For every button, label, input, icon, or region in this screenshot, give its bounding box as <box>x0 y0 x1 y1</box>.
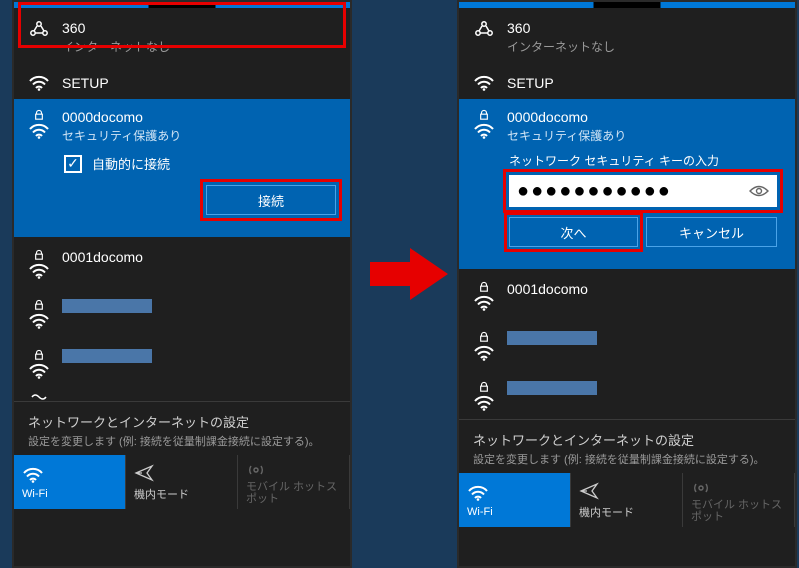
footer-label: Wi-Fi <box>467 506 493 518</box>
footer-label: Wi-Fi <box>22 488 48 500</box>
network-status: インターネットなし <box>507 38 781 55</box>
wifi-icon <box>28 313 50 329</box>
network-name-redacted <box>62 349 152 363</box>
hotspot-icon <box>691 478 711 496</box>
network-name: 0000docomo <box>507 109 781 125</box>
network-header[interactable]: 0000docomo セキュリティ保護あり <box>14 99 350 148</box>
network-item-setup[interactable]: SETUP <box>459 63 795 99</box>
network-item-hidden-2[interactable] <box>14 337 350 387</box>
network-settings-link[interactable]: ネットワークとインターネットの設定 設定を変更します (例: 接続を従量制課金接… <box>14 401 350 455</box>
footer-label: 機内モード <box>134 486 189 502</box>
connect-button[interactable]: 接続 <box>206 185 336 215</box>
auto-connect-checkbox[interactable]: ✓ <box>64 155 82 173</box>
network-status: セキュリティ保護あり <box>507 127 781 144</box>
network-item-more[interactable] <box>14 387 350 401</box>
wifi-icon <box>473 75 495 91</box>
wifi-icon <box>28 363 50 379</box>
network-status: セキュリティ保護あり <box>62 127 336 144</box>
network-item-hidden-1[interactable] <box>14 287 350 337</box>
network-item-0000docomo-selected: 0000docomo セキュリティ保護あり ✓ 自動的に接続 接続 <box>14 99 350 237</box>
next-button[interactable]: 次へ <box>509 217 638 247</box>
footer-hotspot-toggle[interactable]: モバイル ホットスポット <box>238 455 350 509</box>
lock-icon <box>34 109 44 121</box>
network-item-360[interactable]: 360 インターネットなし <box>459 8 795 63</box>
settings-title: ネットワークとインターネットの設定 <box>28 412 336 431</box>
network-name-redacted <box>507 381 597 395</box>
wifi-icon <box>473 395 495 411</box>
network-item-setup[interactable]: SETUP <box>14 63 350 99</box>
reveal-password-icon[interactable] <box>749 184 769 198</box>
network-name: 0001docomo <box>507 281 781 297</box>
lock-icon <box>34 299 44 311</box>
lock-icon <box>479 331 489 343</box>
footer-toggles: Wi-Fi 機内モード モバイル ホットスポット <box>459 473 795 527</box>
network-name-redacted <box>62 299 152 313</box>
footer-airplane-toggle[interactable]: 機内モード <box>571 473 683 527</box>
network-name: 360 <box>62 20 336 36</box>
network-item-360[interactable]: 360 インターネットなし <box>14 8 350 63</box>
airplane-icon <box>579 482 599 500</box>
footer-hotspot-toggle[interactable]: モバイル ホットスポット <box>683 473 795 527</box>
airplane-icon <box>134 464 154 482</box>
wifi-icon <box>473 295 495 311</box>
wifi-icon <box>28 263 50 279</box>
lock-icon <box>479 381 489 393</box>
mesh-icon <box>473 20 495 38</box>
settings-desc: 設定を変更します (例: 接続を従量制課金接続に設定する)。 <box>473 451 781 467</box>
settings-desc: 設定を変更します (例: 接続を従量制課金接続に設定する)。 <box>28 433 336 449</box>
network-status: インターネットなし <box>62 38 336 55</box>
wifi-icon <box>22 467 44 483</box>
footer-airplane-toggle[interactable]: 機内モード <box>126 455 238 509</box>
network-flyout-right: 360 インターネットなし SETUP 0000docomo セキュリティ保護あ… <box>457 0 797 568</box>
footer-label: モバイル ホットスポット <box>691 499 786 523</box>
auto-connect-row[interactable]: ✓ 自動的に接続 <box>14 148 350 185</box>
network-flyout-left: 360 インターネットなし SETUP 0000docomo セキュリティ保護あ… <box>12 0 352 568</box>
network-item-hidden-2[interactable] <box>459 369 795 419</box>
settings-title: ネットワークとインターネットの設定 <box>473 430 781 449</box>
network-settings-link[interactable]: ネットワークとインターネットの設定 設定を変更します (例: 接続を従量制課金接… <box>459 419 795 473</box>
network-item-hidden-1[interactable] <box>459 319 795 369</box>
mesh-icon <box>28 20 50 38</box>
wifi-icon <box>28 75 50 91</box>
hotspot-icon <box>246 460 266 478</box>
footer-label: モバイル ホットスポット <box>246 481 341 505</box>
cancel-button[interactable]: キャンセル <box>646 217 777 247</box>
network-name: SETUP <box>507 75 781 91</box>
network-name: SETUP <box>62 75 336 91</box>
security-key-value: ●●●●●●●●●●● <box>517 180 749 203</box>
lock-icon <box>479 281 489 293</box>
wifi-icon <box>467 485 489 501</box>
lock-icon <box>479 109 489 121</box>
wifi-icon <box>473 345 495 361</box>
network-item-0001docomo[interactable]: 0001docomo <box>459 269 795 319</box>
auto-connect-label: 自動的に接続 <box>92 154 170 173</box>
wifi-icon <box>28 123 50 139</box>
lock-icon <box>34 349 44 361</box>
more-icon <box>30 391 48 401</box>
network-name: 0000docomo <box>62 109 336 125</box>
security-key-label: ネットワーク セキュリティ キーの入力 <box>509 152 777 169</box>
footer-wifi-toggle[interactable]: Wi-Fi <box>459 473 571 527</box>
network-item-0000docomo-selected: 0000docomo セキュリティ保護あり ネットワーク セキュリティ キーの入… <box>459 99 795 269</box>
security-key-input[interactable]: ●●●●●●●●●●● <box>509 175 777 207</box>
wifi-icon <box>473 123 495 139</box>
footer-toggles: Wi-Fi 機内モード モバイル ホットスポット <box>14 455 350 509</box>
network-name: 360 <box>507 20 781 36</box>
lock-icon <box>34 249 44 261</box>
footer-wifi-toggle[interactable]: Wi-Fi <box>14 455 126 509</box>
network-header[interactable]: 0000docomo セキュリティ保護あり <box>459 99 795 148</box>
network-name: 0001docomo <box>62 249 336 265</box>
footer-label: 機内モード <box>579 504 634 520</box>
network-name-redacted <box>507 331 597 345</box>
step-arrow <box>370 248 448 300</box>
network-item-0001docomo[interactable]: 0001docomo <box>14 237 350 287</box>
